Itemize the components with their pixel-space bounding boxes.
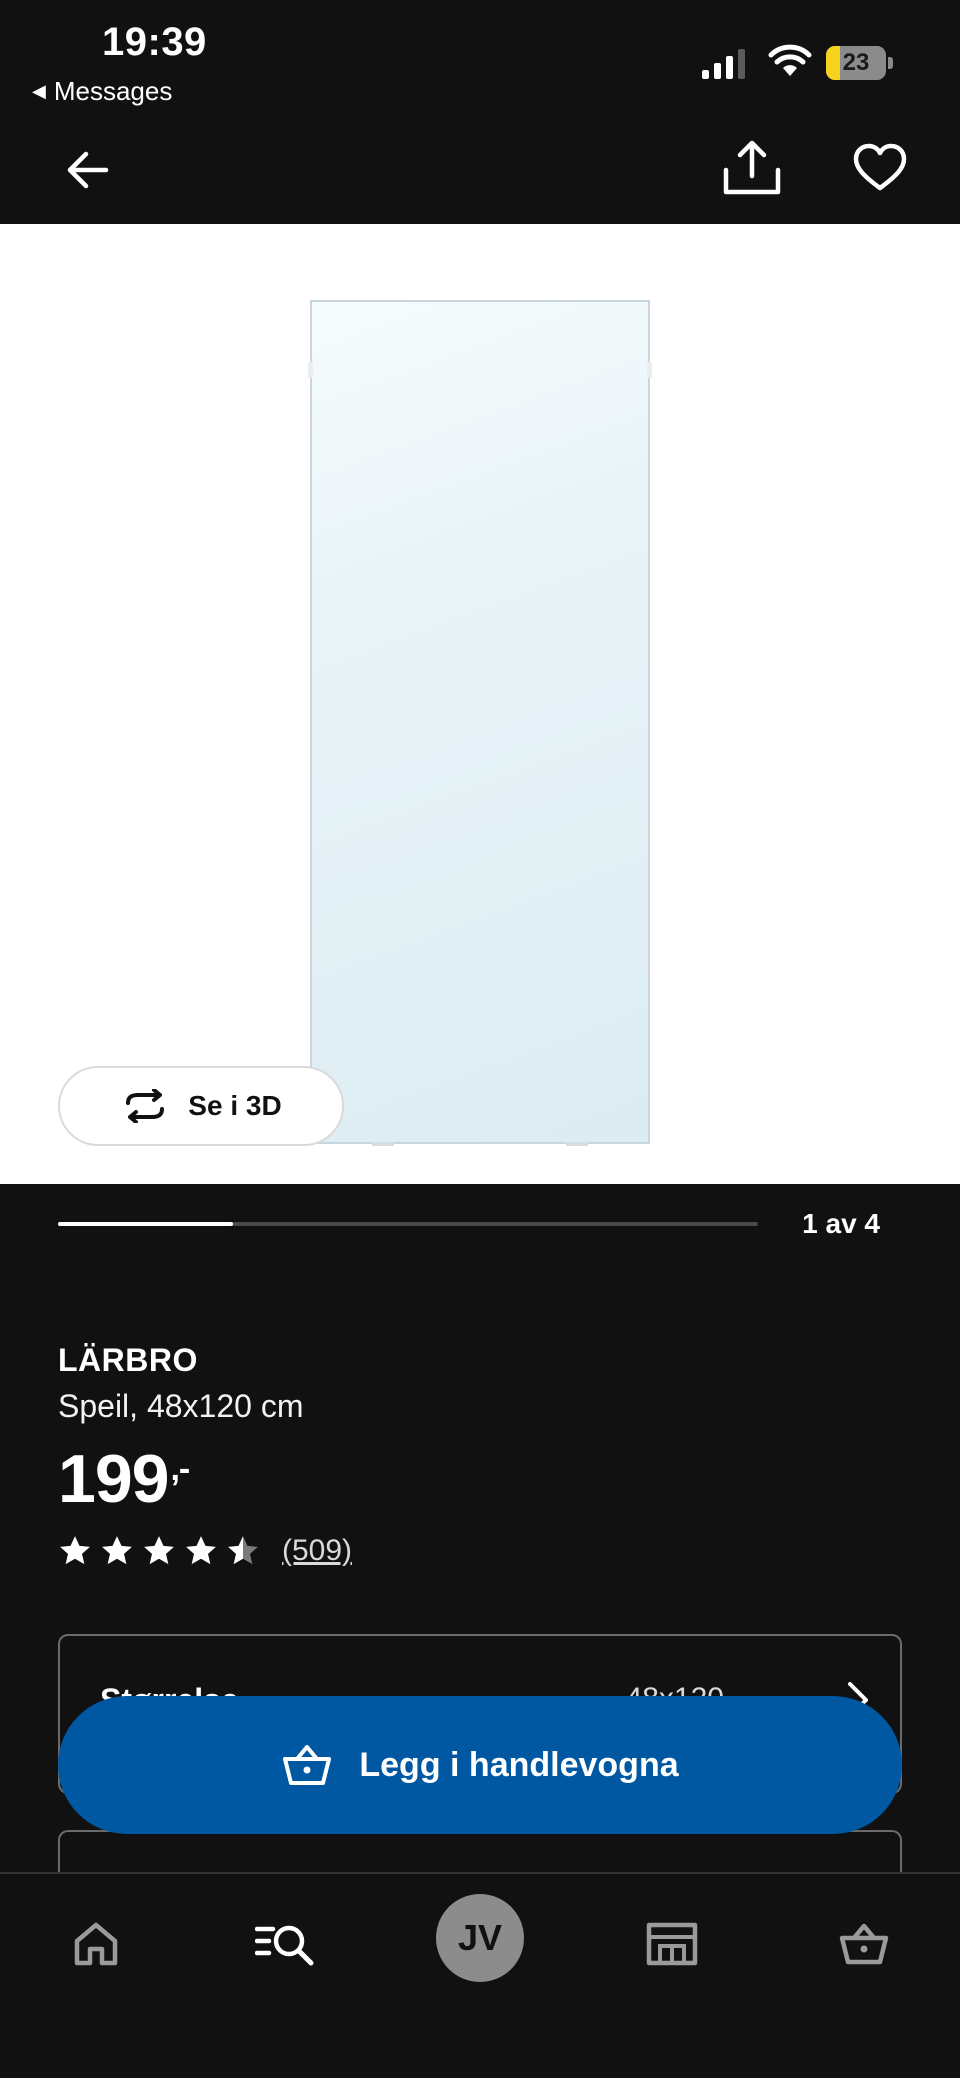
arrow-left-icon[interactable] — [60, 142, 116, 198]
review-count[interactable]: (509) — [282, 1534, 352, 1568]
mirror-image — [308, 300, 652, 1146]
cellular-signal-icon — [702, 49, 745, 79]
status-bar: 19:39 ◀ Messages 23 — [0, 0, 960, 112]
search-list-icon — [255, 1925, 314, 1966]
price-suffix: ,- — [170, 1450, 190, 1488]
product-image[interactable]: Se i 3D — [0, 224, 960, 1184]
status-time: 19:39 — [102, 20, 207, 64]
basket-icon — [839, 1923, 889, 1965]
product-price: 199,- — [58, 1440, 190, 1518]
tab-cart[interactable] — [824, 1904, 904, 1984]
store-icon — [646, 1922, 698, 1966]
rating[interactable]: (509) — [58, 1534, 352, 1568]
tab-stores[interactable] — [632, 1904, 712, 1984]
battery-level: 23 — [842, 49, 870, 76]
share-icon[interactable] — [720, 138, 784, 198]
rotate-icon — [126, 1089, 165, 1123]
star-icon — [60, 1536, 90, 1565]
gallery-position-label: 1 av 4 — [802, 1208, 880, 1239]
home-icon — [74, 1922, 118, 1966]
add-to-cart-button[interactable]: Legg i handlevogna — [58, 1696, 902, 1834]
back-to-messages[interactable]: ◀ Messages — [32, 76, 172, 107]
price-value: 199 — [58, 1441, 169, 1517]
gallery-progress-track — [58, 1222, 758, 1226]
rating-stars — [58, 1534, 260, 1568]
basket-icon — [283, 1745, 332, 1785]
heart-icon[interactable] — [852, 140, 908, 196]
bottom-tab-bar: JV — [0, 1872, 960, 2078]
battery-indicator: 23 — [826, 46, 894, 80]
product-description: Speil, 48x120 cm — [58, 1388, 304, 1424]
tab-profile-avatar[interactable]: JV — [436, 1894, 524, 1982]
back-triangle-icon: ◀ — [32, 81, 46, 101]
star-icon — [144, 1536, 174, 1565]
wifi-icon — [768, 44, 812, 76]
star-icon — [228, 1536, 258, 1565]
tab-search[interactable] — [246, 1904, 326, 1984]
star-icon — [102, 1536, 132, 1565]
product-name: LÄRBRO — [58, 1342, 198, 1378]
gallery-progress: 1 av 4 — [0, 1184, 960, 1264]
star-icon — [186, 1536, 216, 1565]
add-to-cart-label: Legg i handlevogna — [359, 1745, 679, 1784]
view-in-3d-button[interactable]: Se i 3D — [58, 1066, 344, 1146]
tab-home[interactable] — [56, 1904, 136, 1984]
gallery-progress-fill — [58, 1222, 233, 1226]
back-to-messages-label: Messages — [53, 76, 173, 106]
top-nav — [0, 112, 960, 224]
view-in-3d-label: Se i 3D — [188, 1090, 282, 1121]
